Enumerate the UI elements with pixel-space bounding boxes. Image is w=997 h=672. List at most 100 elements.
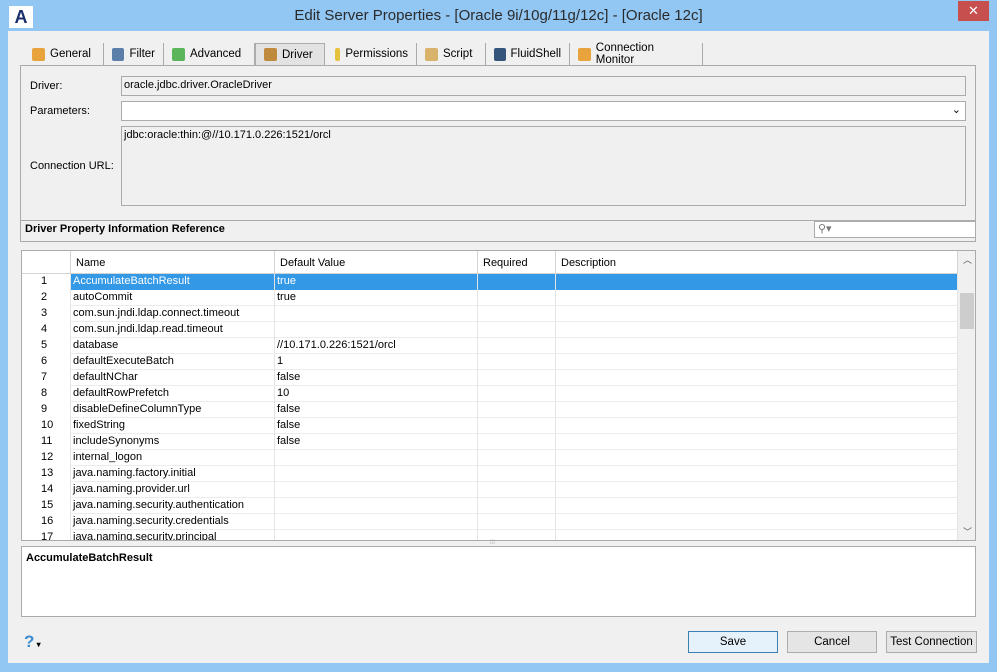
- cell-def[interactable]: [275, 450, 478, 466]
- cell-def[interactable]: true: [275, 290, 478, 306]
- table-row[interactable]: 13 java.naming.factory.initial: [22, 466, 958, 482]
- cell-name[interactable]: java.naming.security.authentication: [71, 498, 275, 514]
- cell-def[interactable]: [275, 322, 478, 338]
- cell-def[interactable]: false: [275, 434, 478, 450]
- cell-desc[interactable]: [556, 274, 958, 290]
- cell-req[interactable]: [478, 370, 556, 386]
- cell-name[interactable]: java.naming.provider.url: [71, 482, 275, 498]
- column-header-name[interactable]: Name: [71, 251, 275, 274]
- cell-name[interactable]: com.sun.jndi.ldap.connect.timeout: [71, 306, 275, 322]
- close-button[interactable]: ✕: [958, 1, 989, 21]
- cell-desc[interactable]: [556, 450, 958, 466]
- table-row[interactable]: 7 defaultNChar false: [22, 370, 958, 386]
- cell-req[interactable]: [478, 418, 556, 434]
- cell-desc[interactable]: [556, 514, 958, 530]
- cell-req[interactable]: [478, 498, 556, 514]
- help-button[interactable]: ? ▾: [24, 632, 41, 652]
- cell-name[interactable]: java.naming.security.principal: [71, 530, 275, 540]
- column-header-required[interactable]: Required: [478, 251, 556, 274]
- cell-def[interactable]: [275, 514, 478, 530]
- cell-req[interactable]: [478, 354, 556, 370]
- cell-req[interactable]: [478, 386, 556, 402]
- cell-name[interactable]: autoCommit: [71, 290, 275, 306]
- cell-name[interactable]: java.naming.factory.initial: [71, 466, 275, 482]
- cell-def[interactable]: true: [275, 274, 478, 290]
- tab-general[interactable]: General: [24, 43, 104, 65]
- cell-req[interactable]: [478, 482, 556, 498]
- cell-def[interactable]: //10.171.0.226:1521/orcl: [275, 338, 478, 354]
- table-row[interactable]: 5 database//10.171.0.226:1521/orcl: [22, 338, 958, 354]
- cell-def[interactable]: [275, 466, 478, 482]
- cell-name[interactable]: java.naming.security.credentials: [71, 514, 275, 530]
- cell-def[interactable]: false: [275, 418, 478, 434]
- cell-name[interactable]: disableDefineColumnType: [71, 402, 275, 418]
- cell-req[interactable]: [478, 306, 556, 322]
- search-input[interactable]: ⚲▾: [814, 221, 976, 238]
- cell-name[interactable]: defaultNChar: [71, 370, 275, 386]
- table-row[interactable]: 3 com.sun.jndi.ldap.connect.timeout: [22, 306, 958, 322]
- vertical-scrollbar[interactable]: ︿ ﹀: [958, 251, 975, 540]
- cell-def[interactable]: false: [275, 402, 478, 418]
- tab-advanced[interactable]: Advanced: [164, 43, 255, 65]
- tab-filter[interactable]: Filter: [104, 43, 164, 65]
- cell-req[interactable]: [478, 466, 556, 482]
- cell-desc[interactable]: [556, 322, 958, 338]
- cell-name[interactable]: com.sun.jndi.ldap.read.timeout: [71, 322, 275, 338]
- cell-req[interactable]: [478, 450, 556, 466]
- table-row[interactable]: 14 java.naming.provider.url: [22, 482, 958, 498]
- cell-desc[interactable]: [556, 482, 958, 498]
- cell-desc[interactable]: [556, 370, 958, 386]
- cell-req[interactable]: [478, 322, 556, 338]
- cell-desc[interactable]: [556, 466, 958, 482]
- cell-desc[interactable]: [556, 418, 958, 434]
- cell-req[interactable]: [478, 290, 556, 306]
- scroll-up-icon[interactable]: ︿: [963, 253, 972, 266]
- scrollbar-thumb[interactable]: [960, 293, 974, 329]
- table-row[interactable]: 4 com.sun.jndi.ldap.read.timeout: [22, 322, 958, 338]
- cell-req[interactable]: [478, 402, 556, 418]
- cell-desc[interactable]: [556, 354, 958, 370]
- cell-name[interactable]: fixedString: [71, 418, 275, 434]
- scroll-down-icon[interactable]: ﹀: [963, 525, 972, 538]
- cell-desc[interactable]: [556, 530, 958, 540]
- cell-desc[interactable]: [556, 306, 958, 322]
- column-header-description[interactable]: Description: [556, 251, 958, 274]
- cell-name[interactable]: internal_logon: [71, 450, 275, 466]
- tab-driver[interactable]: Driver: [255, 43, 325, 65]
- tab-script[interactable]: Script: [417, 43, 486, 65]
- table-row[interactable]: 15 java.naming.security.authentication: [22, 498, 958, 514]
- cell-name[interactable]: includeSynonyms: [71, 434, 275, 450]
- tab-connection-monitor[interactable]: Connection Monitor: [570, 42, 703, 66]
- table-row[interactable]: 9 disableDefineColumnType false: [22, 402, 958, 418]
- tab-fluidshell[interactable]: FluidShell: [486, 43, 570, 65]
- table-row[interactable]: 11 includeSynonyms false: [22, 434, 958, 450]
- cell-def[interactable]: [275, 306, 478, 322]
- cell-req[interactable]: [478, 514, 556, 530]
- cell-name[interactable]: database: [71, 338, 275, 354]
- cell-name[interactable]: defaultRowPrefetch: [71, 386, 275, 402]
- driver-field[interactable]: oracle.jdbc.driver.OracleDriver: [121, 76, 966, 96]
- table-row[interactable]: 1 AccumulateBatchResult true: [22, 274, 958, 290]
- chevron-down-icon[interactable]: ⌄: [952, 103, 961, 116]
- test-connection-button[interactable]: Test Connection: [886, 631, 977, 653]
- cell-def[interactable]: [275, 498, 478, 514]
- cancel-button[interactable]: Cancel: [787, 631, 877, 653]
- cell-desc[interactable]: [556, 386, 958, 402]
- cell-req[interactable]: [478, 338, 556, 354]
- cell-def[interactable]: [275, 482, 478, 498]
- cell-desc[interactable]: [556, 290, 958, 306]
- table-row[interactable]: 10 fixedString false: [22, 418, 958, 434]
- cell-desc[interactable]: [556, 338, 958, 354]
- save-button[interactable]: Save: [688, 631, 778, 653]
- table-row[interactable]: 12 internal_logon: [22, 450, 958, 466]
- table-row[interactable]: 8 defaultRowPrefetch 10: [22, 386, 958, 402]
- cell-def[interactable]: [275, 530, 478, 540]
- cell-name[interactable]: defaultExecuteBatch: [71, 354, 275, 370]
- connection-url-textarea[interactable]: jdbc:oracle:thin:@//10.171.0.226:1521/or…: [121, 126, 966, 206]
- cell-def[interactable]: 1: [275, 354, 478, 370]
- cell-req[interactable]: [478, 434, 556, 450]
- cell-desc[interactable]: [556, 434, 958, 450]
- parameters-combobox[interactable]: ⌄: [121, 101, 966, 121]
- cell-def[interactable]: false: [275, 370, 478, 386]
- cell-def[interactable]: 10: [275, 386, 478, 402]
